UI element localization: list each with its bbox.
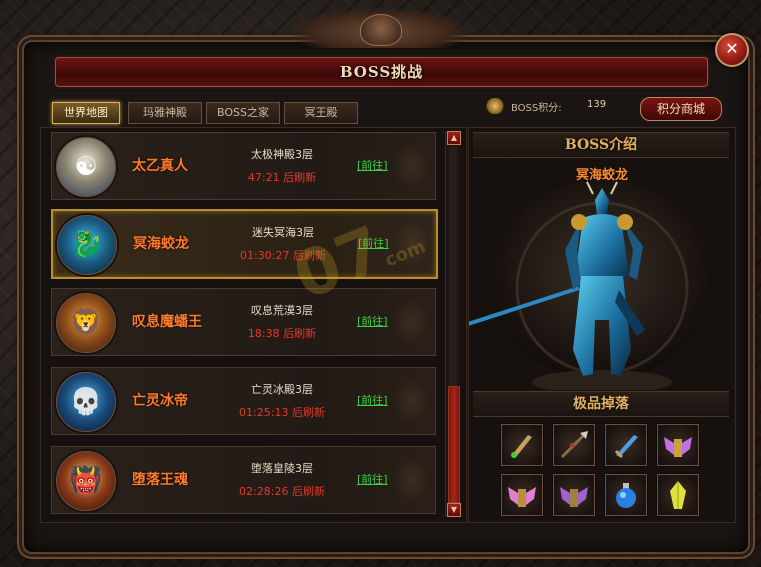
boss-row-sigh-king[interactable]: 🦁 叹息魔蟠王 叹息荒漠3层 18:38 后刷新 [前往] [51, 288, 436, 356]
tab-hades-hall[interactable]: 冥王殿 [284, 102, 358, 124]
timer-value: 02:28:26 [239, 485, 289, 498]
boss-intro-panel: BOSS介绍 冥海蛟龙 极品掉落 [468, 127, 736, 523]
demon-crest-ornament [290, 8, 470, 48]
tab-world-map[interactable]: 世界地图 [52, 102, 120, 124]
boss-location: 堕落皇陵3层 [251, 462, 313, 475]
row-ornament [393, 457, 429, 503]
sea-dragon-avatar-icon: 🐉 [57, 215, 117, 275]
title-bar: BOSS挑战 [55, 57, 708, 87]
window-title: BOSS挑战 [339, 63, 424, 81]
boss-row-taiyi[interactable]: ☯ 太乙真人 太极神殿3层 47:21 后刷新 [前往] [51, 132, 436, 200]
goto-link[interactable]: [前往] [357, 392, 388, 408]
boss-refresh-timer: 47:21 后刷新 [212, 169, 352, 185]
loot-grid [501, 424, 711, 516]
points-shop-button[interactable]: 积分商城 [640, 97, 722, 121]
row-ornament [393, 378, 429, 424]
boss-refresh-timer: 18:38 后刷新 [212, 325, 352, 341]
boss-location: 亡灵冰殿3层 [251, 383, 313, 396]
loot-slot[interactable] [501, 474, 543, 516]
row-ornament [394, 221, 430, 267]
refresh-label: 后刷新 [283, 171, 317, 184]
beast-king-avatar-icon: 🦁 [56, 293, 116, 353]
goto-link[interactable]: [前往] [358, 235, 389, 251]
tab-boss-home[interactable]: BOSS之家 [206, 102, 280, 124]
timer-value: 01:30:27 [240, 249, 290, 262]
goto-link[interactable]: [前往] [357, 471, 388, 487]
sea-dragon-figure-icon [469, 180, 712, 390]
sage-avatar-icon: ☯ [56, 137, 116, 197]
loot-slot[interactable] [605, 424, 647, 466]
loot-slot[interactable] [553, 424, 595, 466]
demon-face-icon [360, 14, 402, 46]
refresh-label: 后刷新 [291, 485, 325, 498]
boss-name: 冥海蛟龙 [133, 236, 189, 252]
blue-blade-icon [614, 435, 638, 459]
boss-name: 太乙真人 [132, 158, 188, 174]
scroll-thumb[interactable] [448, 386, 460, 503]
boss-row-sea-dragon[interactable]: 🐉 冥海蛟龙 迷失冥海3层 01:30:27 后刷新 [前往] [51, 209, 438, 279]
refresh-label: 后刷新 [291, 406, 325, 419]
row-ornament [393, 143, 429, 189]
spear-icon [560, 431, 588, 459]
tab-maya-temple[interactable]: 玛雅神殿 [128, 102, 202, 124]
goto-link[interactable]: [前往] [357, 313, 388, 329]
scroll-down-button[interactable]: ▼ [447, 503, 461, 517]
boss-refresh-timer: 01:25:13 后刷新 [212, 404, 352, 420]
blue-potion-icon [616, 483, 636, 508]
loot-slot[interactable] [657, 474, 699, 516]
ice-emperor-avatar-icon: 💀 [56, 372, 116, 432]
close-button[interactable]: ✕ [715, 33, 749, 67]
scroll-up-button[interactable]: ▲ [447, 131, 461, 145]
refresh-label: 后刷新 [292, 249, 326, 262]
wings-badge-icon [485, 98, 505, 114]
winged-armor-purple-icon [664, 437, 692, 457]
boss-list: ☯ 太乙真人 太极神殿3层 47:21 后刷新 [前往] 🐉 冥海蛟龙 迷失冥海… [40, 127, 467, 523]
loot-header: 极品掉落 [473, 391, 729, 417]
boss-list-scrollbar[interactable]: ▲ ▼ [445, 131, 461, 517]
boss-location: 太极神殿3层 [251, 148, 313, 161]
loot-slot[interactable] [553, 474, 595, 516]
boss-row-fallen-king[interactable]: 👹 堕落王魂 堕落皇陵3层 02:28:26 后刷新 [前往] [51, 446, 436, 514]
timer-value: 47:21 [247, 171, 280, 184]
yellow-crystal-icon [670, 481, 686, 509]
boss-name: 堕落王魂 [132, 472, 188, 488]
winged-armor-pink-icon [508, 487, 536, 507]
loot-slot[interactable] [501, 424, 543, 466]
loot-slot[interactable] [657, 424, 699, 466]
loot-heading: 极品掉落 [573, 396, 629, 412]
refresh-label: 后刷新 [283, 327, 317, 340]
boss-location: 迷失冥海3层 [252, 226, 314, 239]
green-sword-icon [511, 435, 532, 458]
boss-refresh-timer: 01:30:27 后刷新 [213, 247, 353, 263]
timer-value: 01:25:13 [239, 406, 289, 419]
boss-intro-heading: BOSS介绍 [564, 137, 638, 153]
timer-value: 18:38 [247, 327, 280, 340]
boss-location: 叹息荒漠3层 [251, 304, 313, 317]
boss-name: 亡灵冰帝 [132, 393, 188, 409]
winged-armor-violet-icon [560, 487, 588, 507]
boss-row-ice-emperor[interactable]: 💀 亡灵冰帝 亡灵冰殿3层 01:25:13 后刷新 [前往] [51, 367, 436, 435]
close-icon: ✕ [725, 39, 739, 58]
goto-link[interactable]: [前往] [357, 157, 388, 173]
score-value: 139 [587, 99, 607, 110]
loot-slot[interactable] [605, 474, 647, 516]
row-ornament [393, 299, 429, 345]
score-label: BOSS积分: [511, 103, 562, 114]
boss-intro-header: BOSS介绍 [473, 132, 729, 158]
fallen-king-avatar-icon: 👹 [56, 451, 116, 511]
boss-refresh-timer: 02:28:26 后刷新 [212, 483, 352, 499]
boss-name: 叹息魔蟠王 [132, 314, 202, 330]
